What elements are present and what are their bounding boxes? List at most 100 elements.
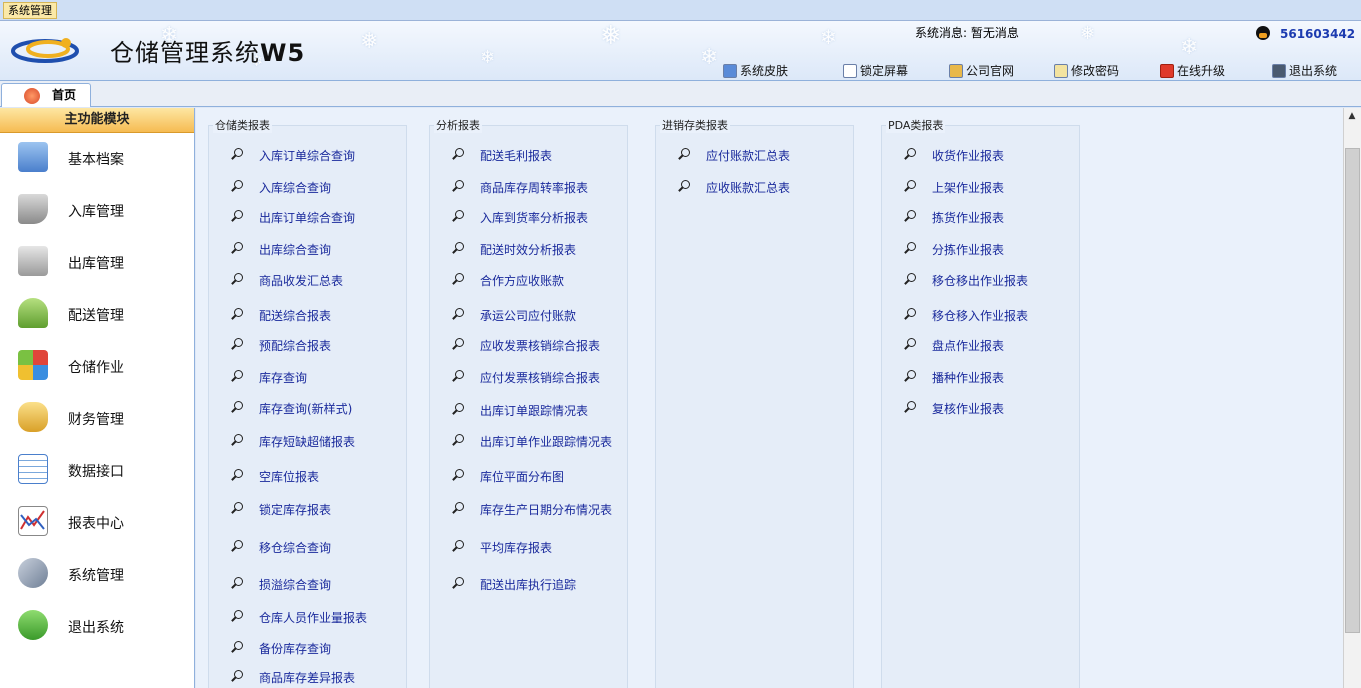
report-link[interactable]: 配送毛利报表 xyxy=(480,147,552,164)
report-link[interactable]: 拣货作业报表 xyxy=(932,209,1004,226)
report-link[interactable]: 库位平面分布图 xyxy=(480,468,564,485)
report-link[interactable]: 配送综合报表 xyxy=(259,307,331,324)
magnifier-icon xyxy=(230,670,244,684)
tab-home[interactable]: 首页 xyxy=(1,83,91,107)
exit-system-button[interactable]: 退出系统 xyxy=(1272,62,1337,79)
report-link[interactable]: 入库订单综合查询 xyxy=(259,147,355,164)
sidebar-item-label: 数据接口 xyxy=(68,464,124,480)
magnifier-icon xyxy=(451,502,465,516)
vertical-scrollbar[interactable]: ▲ xyxy=(1343,108,1361,688)
report-link[interactable]: 空库位报表 xyxy=(259,468,319,485)
scroll-up-icon[interactable]: ▲ xyxy=(1347,111,1357,121)
data-table-icon xyxy=(18,454,48,484)
report-link[interactable]: 商品收发汇总表 xyxy=(259,272,343,289)
report-link[interactable]: 承运公司应付账款 xyxy=(480,307,576,324)
report-link[interactable]: 出库订单跟踪情况表 xyxy=(480,402,588,419)
report-link[interactable]: 出库综合查询 xyxy=(259,241,331,258)
report-link[interactable]: 盘点作业报表 xyxy=(932,337,1004,354)
report-link[interactable]: 收货作业报表 xyxy=(932,147,1004,164)
report-link[interactable]: 应收账款汇总表 xyxy=(706,179,790,196)
magnifier-icon xyxy=(230,577,244,591)
edit-password-icon xyxy=(1054,64,1068,78)
sidebar-item-basic-archive[interactable]: 基本档案 xyxy=(0,138,194,178)
sidebar-item-exit[interactable]: 退出系统 xyxy=(0,606,194,646)
magnifier-icon xyxy=(230,338,244,352)
online-upgrade-button[interactable]: 在线升级 xyxy=(1160,62,1225,79)
sidebar-item-label: 报表中心 xyxy=(68,516,124,532)
report-link[interactable]: 配送出库执行追踪 xyxy=(480,576,576,593)
report-link[interactable]: 应付发票核销综合报表 xyxy=(480,369,600,386)
report-link[interactable]: 应付账款汇总表 xyxy=(706,147,790,164)
report-link[interactable]: 出库订单综合查询 xyxy=(259,209,355,226)
magnifier-icon xyxy=(230,469,244,483)
lock-screen-button[interactable]: 锁定屏幕 xyxy=(843,62,908,79)
magnifier-icon xyxy=(451,370,465,384)
report-link[interactable]: 库存生产日期分布情况表 xyxy=(480,501,612,518)
magnifier-icon xyxy=(451,469,465,483)
sidebar-item-distribution[interactable]: 配送管理 xyxy=(0,294,194,334)
report-link[interactable]: 入库综合查询 xyxy=(259,179,331,196)
cart-add-icon xyxy=(18,194,48,224)
report-link[interactable]: 损溢综合查询 xyxy=(259,576,331,593)
report-link[interactable]: 播种作业报表 xyxy=(932,369,1004,386)
sidebar-item-outbound[interactable]: 出库管理 xyxy=(0,242,194,282)
report-link[interactable]: 预配综合报表 xyxy=(259,337,331,354)
report-link[interactable]: 分拣作业报表 xyxy=(932,241,1004,258)
sidebar-item-label: 系统管理 xyxy=(68,568,124,584)
sidebar-item-label: 出库管理 xyxy=(68,256,124,272)
magnifier-icon xyxy=(903,273,917,287)
sidebar-title: 主功能模块 xyxy=(0,108,194,133)
system-message: 系统消息: 暂无消息 xyxy=(915,26,1019,40)
report-link[interactable]: 库存查询(新样式) xyxy=(259,400,352,417)
magnifier-icon xyxy=(451,434,465,448)
tab-bar: 首页 xyxy=(0,81,1361,107)
magnifier-icon xyxy=(451,180,465,194)
change-password-button[interactable]: 修改密码 xyxy=(1054,62,1119,79)
report-link[interactable]: 库存查询 xyxy=(259,369,307,386)
app-title: 仓储管理系统W5 xyxy=(110,39,306,67)
sidebar-item-inbound[interactable]: 入库管理 xyxy=(0,190,194,230)
snowflake-decoration: ❅ xyxy=(1080,23,1096,44)
sidebar-item-label: 基本档案 xyxy=(68,152,124,168)
magnifier-icon xyxy=(451,403,465,417)
report-link[interactable]: 商品库存差异报表 xyxy=(259,669,355,686)
report-link[interactable]: 应收发票核销综合报表 xyxy=(480,337,600,354)
report-link[interactable]: 商品库存周转率报表 xyxy=(480,179,588,196)
report-link[interactable]: 配送时效分析报表 xyxy=(480,241,576,258)
report-link[interactable]: 平均库存报表 xyxy=(480,539,552,556)
report-link[interactable]: 备份库存查询 xyxy=(259,640,331,657)
report-link[interactable]: 锁定库存报表 xyxy=(259,501,331,518)
magnifier-icon xyxy=(903,148,917,162)
report-link[interactable]: 合作方应收账款 xyxy=(480,272,564,289)
company-website-button[interactable]: 公司官网 xyxy=(949,62,1014,79)
snowflake-decoration: ❅ xyxy=(360,29,379,54)
report-link[interactable]: 移仓综合查询 xyxy=(259,539,331,556)
sidebar-item-finance[interactable]: 财务管理 xyxy=(0,398,194,438)
magnifier-icon xyxy=(230,180,244,194)
report-link[interactable]: 移仓移出作业报表 xyxy=(932,272,1028,289)
magnifier-icon xyxy=(903,242,917,256)
report-link[interactable]: 库存短缺超储报表 xyxy=(259,433,355,450)
report-link[interactable]: 上架作业报表 xyxy=(932,179,1004,196)
magnifier-icon xyxy=(230,540,244,554)
sidebar-item-system-management[interactable]: 系统管理 xyxy=(0,554,194,594)
report-link[interactable]: 仓库人员作业量报表 xyxy=(259,609,367,626)
report-group: 进销存类报表 xyxy=(655,117,854,688)
grid-blocks-icon xyxy=(18,350,48,380)
report-link[interactable]: 出库订单作业跟踪情况表 xyxy=(480,433,612,450)
sidebar-item-label: 财务管理 xyxy=(68,412,124,428)
system-menu-button[interactable]: 系统管理 xyxy=(3,2,57,19)
sidebar-item-data-interface[interactable]: 数据接口 xyxy=(0,450,194,490)
tools-icon xyxy=(18,558,48,588)
skin-button[interactable]: 系统皮肤 xyxy=(723,62,788,79)
scrollbar-thumb[interactable] xyxy=(1345,148,1360,633)
exit-arrow-icon xyxy=(18,610,48,640)
report-link[interactable]: 移仓移入作业报表 xyxy=(932,307,1028,324)
qq-contact[interactable]: 561603442 xyxy=(1256,26,1355,41)
sidebar-item-report-center[interactable]: 报表中心 xyxy=(0,502,194,542)
sidebar-item-warehouse-ops[interactable]: 仓储作业 xyxy=(0,346,194,386)
report-link[interactable]: 入库到货率分析报表 xyxy=(480,209,588,226)
report-link[interactable]: 复核作业报表 xyxy=(932,400,1004,417)
report-group-title: 分析报表 xyxy=(434,117,482,133)
magnifier-icon xyxy=(451,308,465,322)
